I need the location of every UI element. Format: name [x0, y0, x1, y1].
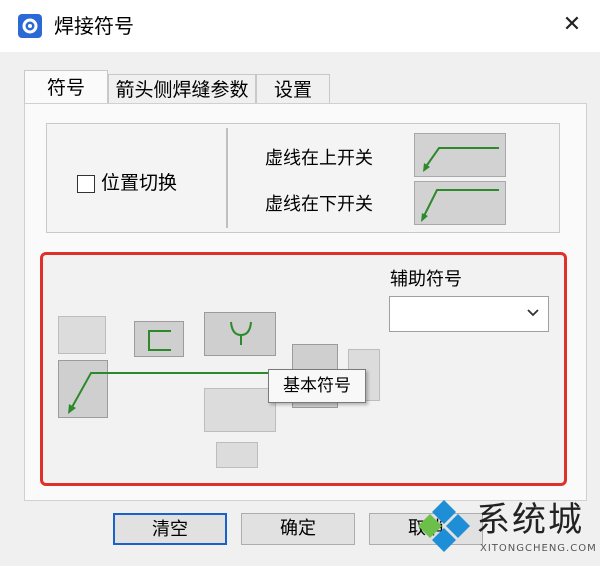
- auxiliary-symbol-label: 辅助符号: [390, 269, 462, 290]
- tab-settings[interactable]: 设置: [256, 74, 330, 104]
- basic-symbol-button[interactable]: [204, 312, 276, 356]
- weld-arrow-icon: [68, 372, 109, 414]
- weld-arrow-icon: [421, 189, 499, 222]
- dashed-bottom-label: 虚线在下开关: [265, 194, 373, 215]
- chevron-down-icon: [526, 303, 540, 327]
- symbol-slot[interactable]: [216, 442, 258, 468]
- ok-button[interactable]: 确定: [241, 513, 355, 545]
- window-title: 焊接符号: [54, 14, 134, 38]
- dashed-bottom-button[interactable]: [414, 181, 506, 225]
- tooltip: 基本符号: [268, 369, 366, 403]
- tab-arrow-side-weld-params[interactable]: 箭头侧焊缝参数: [108, 74, 256, 104]
- position-toggle-label: 位置切换: [101, 172, 178, 194]
- position-toggle-checkbox[interactable]: [77, 175, 95, 193]
- dashed-top-label: 虚线在上开关: [265, 148, 373, 169]
- clear-button[interactable]: 清空: [113, 513, 227, 545]
- watermark-logo-icon: [418, 498, 470, 556]
- gear-icon: [18, 14, 42, 38]
- watermark-subtext: XITONGCHENG.COM: [480, 543, 597, 554]
- bracket-symbol-icon: [148, 330, 171, 351]
- close-button[interactable]: ✕: [560, 13, 584, 37]
- weld-arrow-icon: [423, 147, 499, 172]
- symbol-slot[interactable]: [204, 388, 276, 432]
- contour-symbol-button[interactable]: [134, 321, 184, 357]
- y-weld-symbol-icon: [230, 321, 252, 345]
- divider: [226, 128, 228, 228]
- symbol-slot[interactable]: [58, 316, 106, 354]
- watermark-text: 系统城: [476, 500, 584, 540]
- arrow-button[interactable]: [58, 360, 109, 418]
- dashed-top-button[interactable]: [414, 133, 506, 177]
- auxiliary-symbol-select[interactable]: [389, 296, 549, 332]
- tab-symbol[interactable]: 符号: [24, 70, 108, 104]
